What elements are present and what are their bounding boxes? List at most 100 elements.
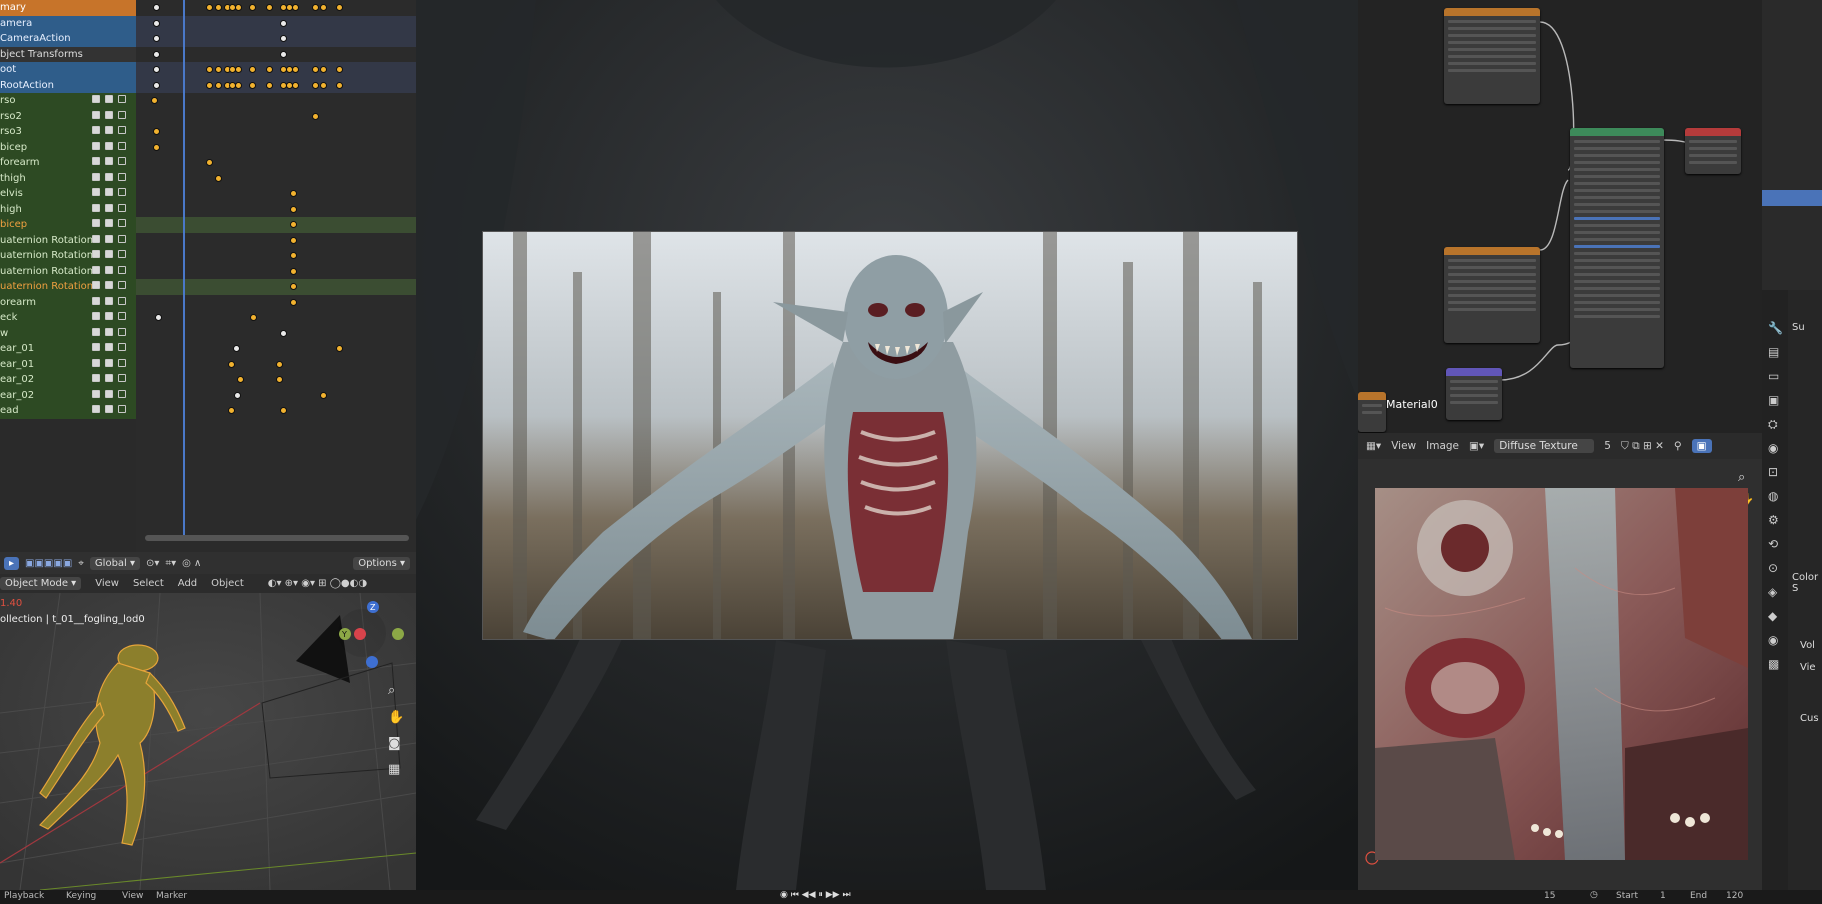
node-normal-map[interactable]	[1446, 368, 1502, 420]
node-diffuse-texture-2[interactable]	[1444, 247, 1540, 343]
node-principled-bsdf[interactable]	[1570, 128, 1664, 368]
keyframe-dot[interactable]	[206, 159, 213, 166]
channel-toggle-icons[interactable]	[92, 188, 132, 199]
menu-add[interactable]: Add	[178, 578, 197, 589]
keyframe-dot[interactable]	[235, 81, 242, 89]
channel-toggle-icons[interactable]	[92, 405, 132, 416]
channel-toggle-icons[interactable]	[92, 95, 132, 106]
keyframe-dot[interactable]	[290, 221, 297, 228]
proportional-edit-icon[interactable]: ◎ ∧	[182, 558, 201, 569]
image-users-count[interactable]: 5	[1604, 440, 1611, 452]
keyframe-dot[interactable]	[276, 360, 283, 368]
channel-toggle-icons[interactable]	[92, 250, 132, 261]
channel-row[interactable]: orearm	[0, 294, 136, 310]
channel-toggle-icons[interactable]	[92, 327, 132, 339]
node-material-output[interactable]	[1685, 128, 1741, 174]
keyframe-dot[interactable]	[206, 81, 213, 89]
channel-toggle-icons[interactable]	[92, 234, 132, 246]
channel-row[interactable]: w	[0, 325, 136, 341]
channel-row[interactable]: uaternion Rotation (	[0, 248, 136, 264]
keyframe-dot[interactable]	[312, 81, 319, 89]
props-label-volume[interactable]: Vol	[1800, 640, 1815, 651]
keyframe-dot[interactable]	[153, 143, 160, 151]
channel-row[interactable]: eck	[0, 310, 136, 326]
keyframe-dot[interactable]	[155, 314, 162, 321]
keyframe-dot[interactable]	[234, 391, 241, 399]
keyframe-dot[interactable]	[276, 376, 283, 383]
channel-toggle-icons[interactable]	[92, 265, 132, 277]
timeline-scrollbar[interactable]	[145, 535, 409, 541]
image-name-field[interactable]: Diffuse Texture	[1494, 439, 1595, 453]
orientation-dropdown[interactable]: Global ▾	[89, 556, 141, 570]
keyframe-dot[interactable]	[235, 66, 242, 73]
channel-toggle-icons[interactable]	[92, 157, 132, 168]
keyframe-dot[interactable]	[237, 376, 244, 383]
channel-row[interactable]: ear_01	[0, 341, 136, 357]
channel-row[interactable]: ear_02	[0, 387, 136, 403]
keyframe-dot[interactable]	[153, 19, 160, 27]
channel-row[interactable]: CameraAction	[0, 31, 136, 47]
footer-view[interactable]: View	[122, 891, 143, 901]
keyframe-dot[interactable]	[280, 50, 287, 58]
viewport-shading-icons[interactable]: ◐▾ ⊕▾ ◉▾ ⊞ ◯●◐◑	[268, 578, 367, 589]
keyframe-dot[interactable]	[151, 97, 158, 104]
keyframe-dot[interactable]	[215, 81, 222, 89]
keyframe-dot[interactable]	[320, 4, 327, 11]
keyframe-dot[interactable]	[280, 35, 287, 42]
channel-row[interactable]: bicep	[0, 217, 136, 233]
channel-toggle-icons[interactable]	[92, 203, 132, 215]
properties-tab-icons[interactable]: 🔧 ▤ ▭ ▣ ⛭ ◉ ⊡ ◍ ⚙ ⟲ ⊙ ◈ ◆ ◉ ▩	[1762, 290, 1788, 676]
keyframe-dot[interactable]	[280, 407, 287, 414]
keyframe-dot[interactable]	[320, 66, 327, 73]
image-slot-icon[interactable]: ▣	[1691, 439, 1712, 453]
keyframe-dot[interactable]	[153, 81, 160, 89]
snap-icon[interactable]: ⌗▾	[165, 558, 176, 569]
keyframe-dot[interactable]	[312, 112, 319, 120]
current-frame-field[interactable]: 15	[1544, 891, 1555, 901]
channel-row[interactable]: forearm	[0, 155, 136, 171]
select-mode-icons[interactable]: ▣▣▣▣▣	[25, 558, 72, 569]
channel-row[interactable]: elvis	[0, 186, 136, 202]
keyframe-dot[interactable]	[320, 81, 327, 89]
channel-row[interactable]: bicep	[0, 139, 136, 155]
menu-view[interactable]: View	[95, 578, 119, 589]
keyframe-dot[interactable]	[290, 267, 297, 275]
outliner-selected-row[interactable]	[1762, 190, 1822, 206]
channel-toggle-icons[interactable]	[92, 343, 132, 354]
keyframe-dot[interactable]	[235, 4, 242, 11]
props-label-custom[interactable]: Cus	[1800, 713, 1819, 724]
channel-toggle-icons[interactable]	[92, 219, 132, 230]
menu-image[interactable]: Image	[1426, 440, 1459, 452]
mode-dropdown[interactable]: Object Mode ▾	[0, 577, 82, 590]
keyframe-dot[interactable]	[336, 66, 343, 73]
pin-icon[interactable]: ⚲	[1674, 440, 1682, 452]
channel-row[interactable]: high	[0, 201, 136, 217]
keyframe-dot[interactable]	[215, 66, 222, 73]
image-actions-icons[interactable]: ⛉ ⧉ ⊞ ✕	[1621, 440, 1664, 453]
playhead-line[interactable]	[183, 0, 185, 540]
channel-toggle-icons[interactable]	[92, 110, 132, 122]
channel-toggle-icons[interactable]	[92, 141, 132, 153]
keyframe-dot[interactable]	[215, 4, 222, 11]
keyframe-dot[interactable]	[249, 81, 256, 89]
keyframe-dot[interactable]	[292, 66, 299, 73]
channel-row[interactable]: rso2	[0, 108, 136, 124]
channel-toggle-icons[interactable]	[92, 172, 132, 184]
channel-toggle-icons[interactable]	[92, 389, 132, 401]
keyframe-dot[interactable]	[206, 4, 213, 11]
channel-row[interactable]: amera	[0, 15, 136, 31]
pivot-icon[interactable]: ⊙▾	[146, 558, 159, 569]
channel-row[interactable]: uaternion Rotation	[0, 232, 136, 248]
keyframe-dot[interactable]	[336, 4, 343, 11]
start-frame-field[interactable]: 1	[1660, 891, 1666, 901]
keyframe-dot[interactable]	[153, 66, 160, 73]
keyframe-dot[interactable]	[280, 329, 287, 337]
keyframe-dot[interactable]	[206, 66, 213, 73]
channel-row[interactable]: rso3	[0, 124, 136, 140]
keyframe-dot[interactable]	[292, 4, 299, 11]
playback-controls-icons[interactable]: ◉ ⏮ ◀◀ ⏸ ▶▶ ⏭	[780, 890, 851, 900]
editor-type-icon[interactable]: ▦▾	[1366, 440, 1381, 452]
keyframe-dot[interactable]	[290, 205, 297, 213]
keyframe-dot[interactable]	[290, 283, 297, 290]
end-frame-field[interactable]: 120	[1726, 891, 1743, 901]
